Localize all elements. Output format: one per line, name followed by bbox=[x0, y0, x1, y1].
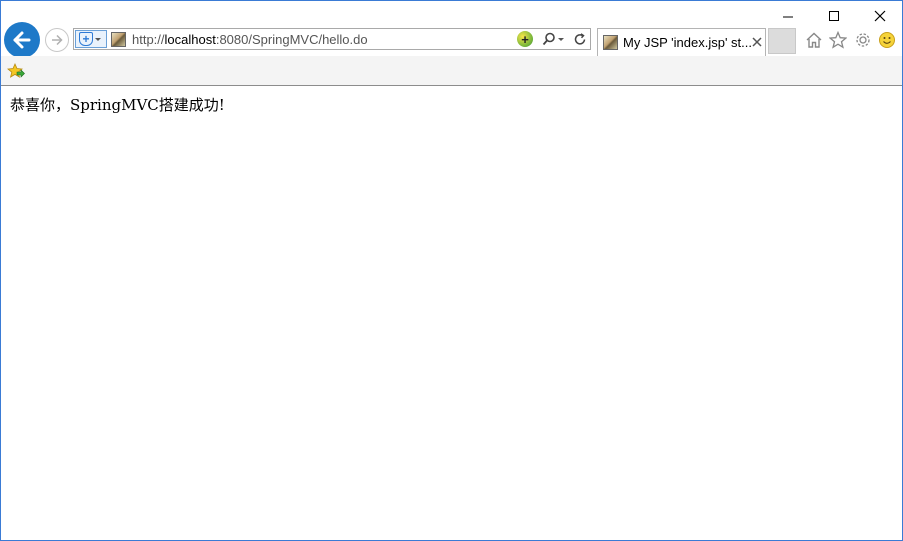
tab-active[interactable]: My JSP 'index.jsp' st... bbox=[597, 28, 766, 56]
minimize-button[interactable] bbox=[765, 1, 811, 30]
search-button[interactable] bbox=[542, 31, 566, 47]
favorites-bar bbox=[1, 56, 902, 86]
page-content: 恭喜你，SpringMVC搭建成功! bbox=[1, 86, 902, 540]
search-icon bbox=[542, 32, 555, 46]
shield-plus-icon: + bbox=[79, 32, 93, 46]
favorites-button[interactable] bbox=[828, 30, 848, 50]
success-message: 恭喜你，SpringMVC搭建成功! bbox=[10, 96, 225, 114]
search-dropdown-icon bbox=[558, 37, 564, 41]
refresh-icon bbox=[574, 32, 586, 45]
maximize-icon bbox=[829, 10, 839, 21]
tab-close-icon[interactable] bbox=[751, 36, 763, 48]
new-tab-button[interactable] bbox=[768, 28, 796, 54]
forward-button[interactable] bbox=[45, 28, 69, 52]
gear-icon bbox=[856, 33, 870, 47]
chevron-down-icon bbox=[95, 37, 101, 41]
star-icon bbox=[829, 31, 847, 49]
url-host: localhost bbox=[164, 32, 216, 47]
close-window-button[interactable] bbox=[857, 1, 903, 30]
feedback-button[interactable] bbox=[877, 30, 897, 50]
url-text[interactable]: http://localhost:8080/SpringMVC/hello.do bbox=[132, 32, 368, 48]
refresh-button[interactable] bbox=[574, 31, 588, 47]
minimize-icon bbox=[783, 16, 793, 17]
maximize-button[interactable] bbox=[811, 1, 857, 30]
url-path: :8080/SpringMVC/hello.do bbox=[215, 32, 368, 47]
site-security-button[interactable]: + bbox=[75, 30, 107, 48]
compatibility-view-icon[interactable]: + bbox=[517, 31, 533, 47]
smiley-icon bbox=[879, 32, 895, 48]
tab-title: My JSP 'index.jsp' st... bbox=[623, 35, 751, 50]
url-prefix: http:// bbox=[132, 32, 165, 47]
settings-button[interactable] bbox=[853, 30, 873, 50]
home-button[interactable] bbox=[804, 30, 824, 50]
add-to-favorites-bar-icon[interactable] bbox=[7, 63, 25, 79]
close-icon bbox=[874, 10, 886, 21]
forward-arrow-icon bbox=[52, 34, 63, 46]
back-arrow-icon bbox=[13, 31, 31, 49]
browser-window: + http://localhost:8080/SpringMVC/hello.… bbox=[0, 0, 903, 541]
tab-favicon-icon bbox=[603, 35, 618, 50]
back-button[interactable] bbox=[4, 22, 40, 58]
home-icon bbox=[806, 32, 822, 48]
page-favicon-icon bbox=[111, 32, 126, 47]
address-bar[interactable]: + http://localhost:8080/SpringMVC/hello.… bbox=[73, 28, 591, 50]
